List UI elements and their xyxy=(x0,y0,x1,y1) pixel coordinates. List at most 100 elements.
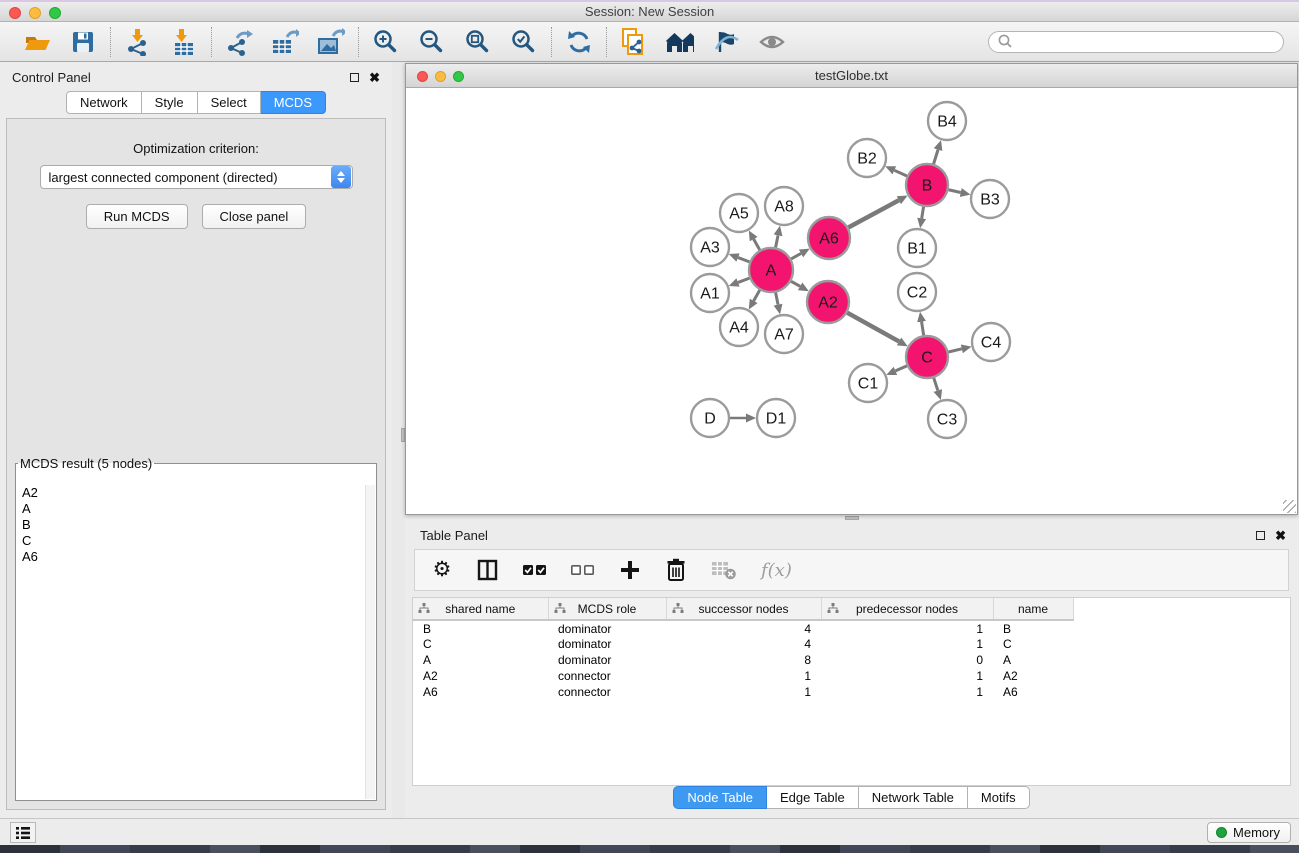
table-cell[interactable]: A xyxy=(993,652,1073,668)
panel-splitter[interactable] xyxy=(392,62,405,818)
graph-edge-b-b2[interactable] xyxy=(894,170,907,176)
table-cell[interactable]: 1 xyxy=(666,684,821,700)
table-cell[interactable]: 8 xyxy=(666,652,821,668)
tab-select[interactable]: Select xyxy=(198,91,261,114)
graph-node-a7[interactable]: A7 xyxy=(765,315,803,353)
graph-edge-a-a3[interactable] xyxy=(738,258,749,262)
mcds-result-scrollbar[interactable] xyxy=(365,485,375,799)
open-file-icon[interactable] xyxy=(23,28,51,56)
delete-table-icon[interactable] xyxy=(711,557,737,583)
table-cell[interactable]: A2 xyxy=(413,668,548,684)
tab-mcds[interactable]: MCDS xyxy=(261,91,326,114)
table-cell[interactable]: dominator xyxy=(548,636,666,652)
minimize-window-button[interactable] xyxy=(29,7,41,19)
graph-node-a5[interactable]: A5 xyxy=(720,194,758,232)
zoom-fit-icon[interactable] xyxy=(464,28,492,56)
network-zoom-button[interactable] xyxy=(453,71,464,82)
float-table-panel-icon[interactable] xyxy=(1256,531,1265,540)
bird-eye-view-icon[interactable] xyxy=(758,28,786,56)
table-cell[interactable]: connector xyxy=(548,668,666,684)
graph-edge-c-c3[interactable] xyxy=(934,378,938,391)
mcds-result-item[interactable]: A2 xyxy=(17,485,365,501)
mcds-result-item[interactable]: B xyxy=(17,517,365,533)
zoom-selected-icon[interactable] xyxy=(510,28,538,56)
table-cell[interactable]: 4 xyxy=(666,636,821,652)
column-header-name[interactable]: name xyxy=(993,598,1073,620)
close-table-panel-icon[interactable]: ✖ xyxy=(1275,531,1286,540)
export-table-icon[interactable] xyxy=(271,28,299,56)
graph-edge-a2-c[interactable] xyxy=(847,313,899,342)
table-cell[interactable]: 1 xyxy=(666,668,821,684)
column-header-successor-nodes[interactable]: successor nodes xyxy=(666,598,821,620)
network-canvas[interactable]: B4B2BB3A8A5A6B1A3AC2A1A2A4A7C4CC1DD1C3 xyxy=(406,88,1297,514)
table-cell[interactable]: 1 xyxy=(821,620,993,636)
table-cell[interactable]: connector xyxy=(548,684,666,700)
graph-edge-a-a8[interactable] xyxy=(776,235,778,247)
export-network-icon[interactable] xyxy=(225,28,253,56)
float-panel-icon[interactable] xyxy=(350,73,359,82)
graph-edge-b-b4[interactable] xyxy=(934,150,938,164)
window-resize-grip[interactable] xyxy=(1283,500,1296,513)
graph-node-a6[interactable]: A6 xyxy=(808,217,850,259)
table-cell[interactable]: A6 xyxy=(993,684,1073,700)
column-header-mcds-role[interactable]: MCDS role xyxy=(548,598,666,620)
graph-edge-a-a2[interactable] xyxy=(791,281,800,286)
table-row[interactable]: Adominator80A xyxy=(413,652,1073,668)
graph-node-b[interactable]: B xyxy=(906,164,948,206)
graph-edge-a-a7[interactable] xyxy=(776,293,778,305)
deselect-all-checkboxes-icon[interactable] xyxy=(571,557,595,583)
close-panel-icon[interactable]: ✖ xyxy=(369,73,380,82)
tab-network-table[interactable]: Network Table xyxy=(859,786,968,809)
close-panel-button[interactable]: Close panel xyxy=(202,204,307,229)
add-column-icon[interactable] xyxy=(619,557,641,583)
graph-node-c4[interactable]: C4 xyxy=(972,323,1010,361)
select-all-checkboxes-icon[interactable] xyxy=(523,557,547,583)
tab-network[interactable]: Network xyxy=(66,91,142,114)
graph-edge-b-b1[interactable] xyxy=(922,207,924,219)
column-header-predecessor-nodes[interactable]: predecessor nodes xyxy=(821,598,993,620)
mcds-result-list[interactable]: A2ABCA6 xyxy=(17,485,365,799)
zoom-window-button[interactable] xyxy=(49,7,61,19)
table-cell[interactable]: B xyxy=(413,620,548,636)
graph-node-a8[interactable]: A8 xyxy=(765,187,803,225)
import-table-icon[interactable] xyxy=(170,28,198,56)
graph-node-a3[interactable]: A3 xyxy=(691,228,729,266)
table-cell[interactable]: 1 xyxy=(821,668,993,684)
table-row[interactable]: A6connector11A6 xyxy=(413,684,1073,700)
graph-edge-c-c1[interactable] xyxy=(895,366,906,371)
network-close-button[interactable] xyxy=(417,71,428,82)
graph-node-a2[interactable]: A2 xyxy=(807,281,849,323)
graph-edge-b-b3[interactable] xyxy=(948,190,960,193)
run-mcds-button[interactable]: Run MCDS xyxy=(86,204,188,229)
table-cell[interactable]: 0 xyxy=(821,652,993,668)
mcds-result-item[interactable]: A6 xyxy=(17,549,365,565)
graph-node-a4[interactable]: A4 xyxy=(720,308,758,346)
function-builder-icon[interactable]: f(x) xyxy=(761,557,792,583)
graph-edge-a6-b[interactable] xyxy=(848,200,899,227)
optimization-criterion-select[interactable]: largest connected component (directed) xyxy=(40,165,353,189)
refresh-icon[interactable] xyxy=(565,28,593,56)
table-cell[interactable]: 1 xyxy=(821,684,993,700)
tab-motifs[interactable]: Motifs xyxy=(968,786,1030,809)
graph-node-b4[interactable]: B4 xyxy=(928,102,966,140)
export-image-icon[interactable] xyxy=(317,28,345,56)
delete-column-icon[interactable] xyxy=(665,557,687,583)
graph-edge-a-a4[interactable] xyxy=(754,290,760,301)
close-window-button[interactable] xyxy=(9,7,21,19)
column-header-shared-name[interactable]: shared name xyxy=(413,598,548,620)
task-history-button[interactable] xyxy=(10,822,36,843)
graph-node-d1[interactable]: D1 xyxy=(757,399,795,437)
network-minimize-button[interactable] xyxy=(435,71,446,82)
memory-button[interactable]: Memory xyxy=(1207,822,1291,843)
graph-edge-a-a6[interactable] xyxy=(791,253,801,258)
tab-node-table[interactable]: Node Table xyxy=(673,786,767,809)
save-session-icon[interactable] xyxy=(69,28,97,56)
graph-node-a[interactable]: A xyxy=(749,248,793,292)
table-cell[interactable]: A2 xyxy=(993,668,1073,684)
import-network-icon[interactable] xyxy=(124,28,152,56)
new-session-from-file-icon[interactable] xyxy=(620,28,648,56)
table-cell[interactable]: C xyxy=(993,636,1073,652)
graph-node-c1[interactable]: C1 xyxy=(849,364,887,402)
settings-gear-icon[interactable]: ⚙ xyxy=(431,557,453,583)
table-cell[interactable]: 1 xyxy=(821,636,993,652)
